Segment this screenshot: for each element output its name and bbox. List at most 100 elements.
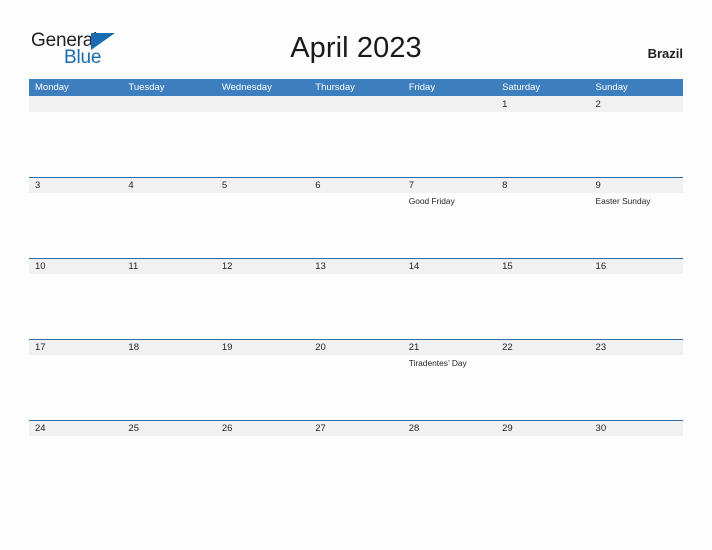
day-cell[interactable] bbox=[496, 355, 589, 420]
day-cell[interactable] bbox=[403, 436, 496, 501]
week-events-band bbox=[29, 274, 683, 339]
day-number[interactable]: 8 bbox=[496, 178, 589, 193]
calendar-week-row: 24 25 26 27 28 29 30 bbox=[29, 420, 683, 501]
calendar-weeks: 1 2 3 4 5 6 7 8 9 Good Friday Easter Sunday 10 11 12 1… bbox=[29, 96, 683, 501]
day-number[interactable]: 21 bbox=[403, 340, 496, 355]
day-number[interactable]: 1 bbox=[496, 97, 589, 112]
day-cell[interactable]: Tiradentes’ Day bbox=[403, 355, 496, 420]
day-cell[interactable] bbox=[29, 436, 122, 501]
day-number-empty bbox=[216, 97, 309, 112]
day-number[interactable]: 19 bbox=[216, 340, 309, 355]
day-number[interactable]: 26 bbox=[216, 421, 309, 436]
day-number[interactable]: 29 bbox=[496, 421, 589, 436]
day-cell[interactable] bbox=[216, 436, 309, 501]
day-number[interactable]: 14 bbox=[403, 259, 496, 274]
day-number[interactable]: 25 bbox=[122, 421, 215, 436]
week-date-band: 17 18 19 20 21 22 23 bbox=[29, 339, 683, 355]
week-date-band: 10 11 12 13 14 15 16 bbox=[29, 258, 683, 274]
day-number-empty bbox=[122, 97, 215, 112]
day-cell[interactable]: Easter Sunday bbox=[590, 193, 683, 258]
holiday-event-label: Good Friday bbox=[408, 196, 455, 206]
day-number-empty bbox=[29, 97, 122, 112]
week-date-band: 24 25 26 27 28 29 30 bbox=[29, 420, 683, 436]
day-number[interactable]: 22 bbox=[496, 340, 589, 355]
day-cell[interactable] bbox=[122, 274, 215, 339]
day-cell[interactable] bbox=[29, 274, 122, 339]
day-number[interactable]: 11 bbox=[122, 259, 215, 274]
day-number[interactable]: 5 bbox=[216, 178, 309, 193]
week-events-band bbox=[29, 436, 683, 501]
day-number[interactable]: 6 bbox=[309, 178, 402, 193]
day-number[interactable]: 7 bbox=[403, 178, 496, 193]
day-cell[interactable] bbox=[496, 193, 589, 258]
calendar-week-row: 3 4 5 6 7 8 9 Good Friday Easter Sunday bbox=[29, 177, 683, 258]
day-cell[interactable] bbox=[309, 112, 402, 177]
day-number[interactable]: 20 bbox=[309, 340, 402, 355]
day-cell[interactable] bbox=[122, 112, 215, 177]
day-cell[interactable] bbox=[590, 112, 683, 177]
day-cell[interactable] bbox=[122, 193, 215, 258]
day-number[interactable]: 10 bbox=[29, 259, 122, 274]
week-date-band: 12 bbox=[29, 96, 683, 112]
holiday-event-label: Easter Sunday bbox=[595, 196, 651, 206]
page-header: General Blue April 2023 Brazil bbox=[0, 0, 712, 78]
calendar-week-row: 10 11 12 13 14 15 16 bbox=[29, 258, 683, 339]
week-date-band: 3456789 bbox=[29, 177, 683, 193]
weekday-header-saturday: Saturday bbox=[502, 82, 541, 93]
day-number[interactable]: 18 bbox=[122, 340, 215, 355]
day-cell[interactable] bbox=[496, 112, 589, 177]
day-cell[interactable] bbox=[403, 274, 496, 339]
day-cell[interactable] bbox=[216, 112, 309, 177]
day-cell[interactable] bbox=[122, 355, 215, 420]
day-cell[interactable] bbox=[309, 193, 402, 258]
week-events-band: Tiradentes’ Day bbox=[29, 355, 683, 420]
day-number[interactable]: 13 bbox=[309, 259, 402, 274]
day-cell[interactable] bbox=[496, 436, 589, 501]
day-cell[interactable] bbox=[216, 193, 309, 258]
day-number[interactable]: 27 bbox=[309, 421, 402, 436]
week-events-band: Good Friday Easter Sunday bbox=[29, 193, 683, 258]
calendar-grid: Monday Tuesday Wednesday Thursday Friday Satu… bbox=[29, 79, 683, 501]
day-cell[interactable] bbox=[590, 436, 683, 501]
calendar-page: General Blue April 2023 Brazil Monday Tue… bbox=[0, 0, 712, 550]
weekday-header-monday: Monday bbox=[35, 82, 69, 93]
day-number[interactable]: 28 bbox=[403, 421, 496, 436]
weekday-header-tuesday: Tuesday bbox=[128, 82, 165, 93]
day-cell[interactable] bbox=[29, 355, 122, 420]
day-cell[interactable] bbox=[403, 112, 496, 177]
day-number[interactable]: 2 bbox=[590, 97, 683, 112]
day-number[interactable]: 9 bbox=[590, 178, 683, 193]
day-cell[interactable] bbox=[309, 436, 402, 501]
holiday-event-label: Tiradentes’ Day bbox=[408, 358, 467, 368]
day-cell[interactable] bbox=[122, 436, 215, 501]
day-cell[interactable] bbox=[216, 355, 309, 420]
day-cell[interactable] bbox=[29, 193, 122, 258]
day-cell[interactable] bbox=[590, 355, 683, 420]
day-cell[interactable] bbox=[216, 274, 309, 339]
day-number[interactable]: 12 bbox=[216, 259, 309, 274]
country-label: Brazil bbox=[647, 46, 683, 61]
weekday-header-sunday: Sunday bbox=[595, 82, 628, 93]
day-cell[interactable] bbox=[590, 274, 683, 339]
day-number[interactable]: 17 bbox=[29, 340, 122, 355]
weekday-header-row: Monday Tuesday Wednesday Thursday Friday Satu… bbox=[29, 79, 683, 96]
day-number-empty bbox=[309, 97, 402, 112]
day-number[interactable]: 23 bbox=[590, 340, 683, 355]
day-number[interactable]: 3 bbox=[29, 178, 122, 193]
day-cell[interactable] bbox=[496, 274, 589, 339]
day-number[interactable]: 16 bbox=[590, 259, 683, 274]
day-number[interactable]: 24 bbox=[29, 421, 122, 436]
day-cell[interactable]: Good Friday bbox=[403, 193, 496, 258]
day-cell[interactable] bbox=[29, 112, 122, 177]
weekday-header-friday: Friday bbox=[408, 82, 436, 93]
day-cell[interactable] bbox=[309, 355, 402, 420]
day-cell[interactable] bbox=[309, 274, 402, 339]
calendar-week-row: 17 18 19 20 21 22 23 Tiradentes’ Day bbox=[29, 339, 683, 420]
week-events-band bbox=[29, 112, 683, 177]
weekday-header-thursday: Thursday bbox=[315, 82, 355, 93]
day-number[interactable]: 30 bbox=[590, 421, 683, 436]
weekday-header-wednesday: Wednesday bbox=[221, 82, 272, 93]
day-number[interactable]: 15 bbox=[496, 259, 589, 274]
calendar-week-row: 12 bbox=[29, 96, 683, 177]
day-number[interactable]: 4 bbox=[122, 178, 215, 193]
